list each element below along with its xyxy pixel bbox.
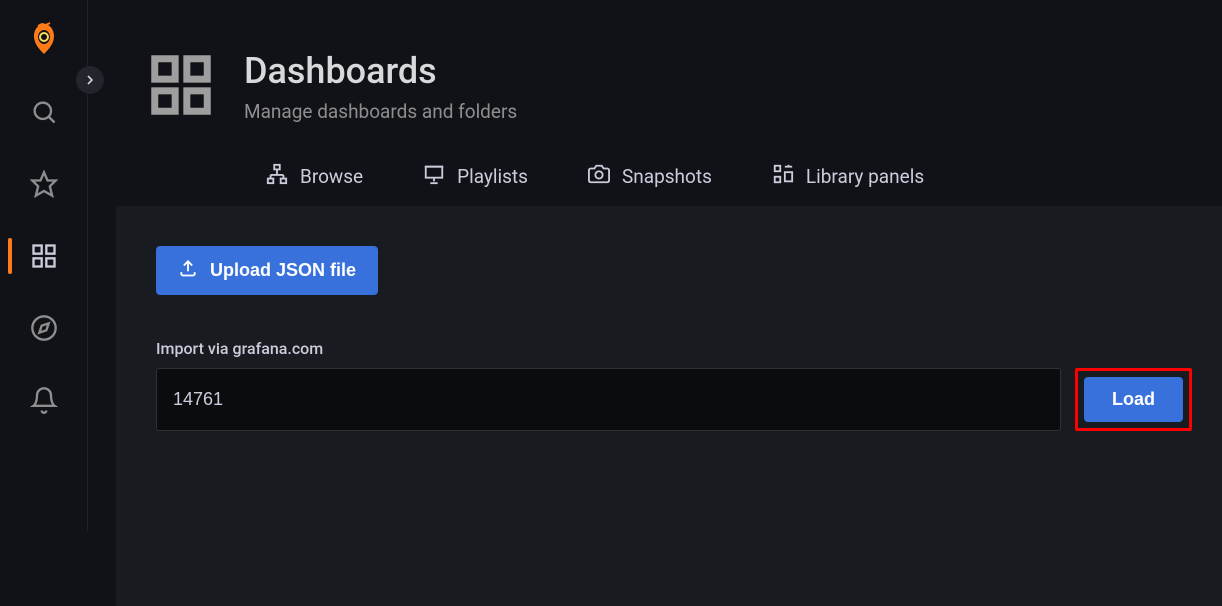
tab-label: Snapshots — [622, 165, 712, 188]
load-button-highlight: Load — [1075, 368, 1192, 431]
expand-sidebar-button[interactable] — [76, 66, 104, 94]
upload-icon — [178, 258, 198, 283]
import-panel: Upload JSON file Import via grafana.com … — [116, 206, 1222, 606]
import-via-label: Import via grafana.com — [156, 339, 1192, 358]
tab-label: Playlists — [457, 165, 528, 188]
presentation-icon — [423, 163, 445, 190]
tab-playlists[interactable]: Playlists — [423, 163, 528, 190]
nav-explore[interactable] — [0, 308, 88, 348]
upload-button-label: Upload JSON file — [210, 260, 356, 281]
nav-starred[interactable] — [0, 164, 88, 204]
library-panel-icon — [772, 163, 794, 190]
import-row: Load — [156, 368, 1192, 431]
page-subtitle: Manage dashboards and folders — [244, 100, 517, 123]
page-title: Dashboards — [244, 50, 517, 92]
tab-browse[interactable]: Browse — [266, 163, 363, 190]
import-id-input[interactable] — [156, 368, 1061, 431]
grafana-logo[interactable] — [24, 20, 64, 60]
tabs: Browse Playlists Snapshots Library panel… — [88, 123, 1222, 206]
page-header: Dashboards Manage dashboards and folders — [88, 0, 1222, 123]
tab-snapshots[interactable]: Snapshots — [588, 163, 712, 190]
camera-icon — [588, 163, 610, 190]
nav-alerting[interactable] — [0, 380, 88, 420]
sitemap-icon — [266, 163, 288, 190]
dashboards-icon — [146, 50, 216, 120]
tab-label: Browse — [300, 165, 363, 188]
nav-dashboards[interactable] — [0, 236, 88, 276]
sidebar — [0, 0, 88, 531]
nav-search[interactable] — [0, 92, 88, 132]
load-button[interactable]: Load — [1084, 377, 1183, 422]
main-content: Dashboards Manage dashboards and folders… — [88, 0, 1222, 531]
tab-label: Library panels — [806, 165, 924, 188]
upload-json-button[interactable]: Upload JSON file — [156, 246, 378, 295]
tab-library-panels[interactable]: Library panels — [772, 163, 924, 190]
